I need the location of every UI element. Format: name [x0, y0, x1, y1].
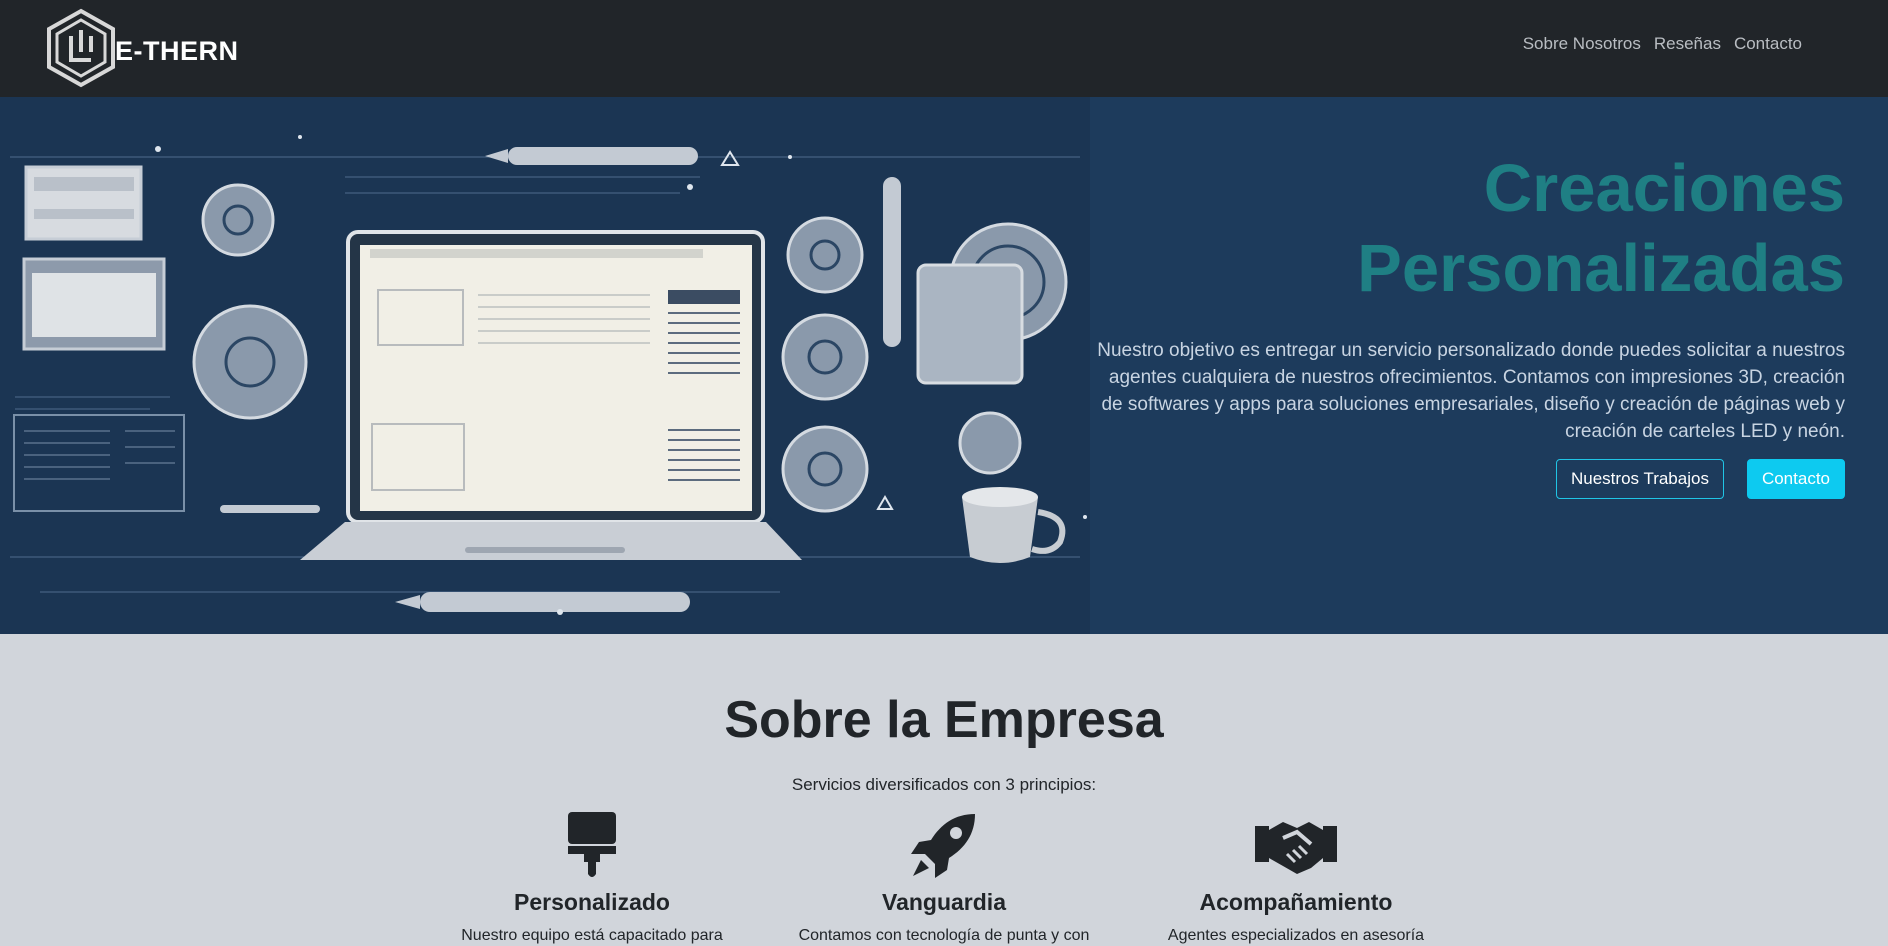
nav-link-contacto[interactable]: Contacto: [1734, 34, 1802, 54]
rocket-icon: [911, 814, 975, 878]
hero-section: Creaciones Personalizadas Nuestro objeti…: [0, 97, 1888, 634]
feature-text: Nuestro equipo está capacitado para: [461, 927, 723, 944]
hero-title-line1: Creaciones: [1483, 151, 1845, 226]
main-nav: Sobre Nosotros Reseñas Contacto: [1523, 34, 1802, 54]
contact-button[interactable]: Contacto: [1746, 459, 1845, 499]
feature-title: Vanguardia: [882, 889, 1006, 915]
brand-logo[interactable]: E-THERN: [44, 8, 244, 88]
feature-title: Acompañamiento: [1199, 889, 1393, 915]
hero-illustration: [0, 97, 1090, 634]
hero-actions: Nuestros Trabajos Contacto: [1556, 459, 1845, 499]
handshake-icon: [1255, 822, 1337, 874]
feature-vanguardia: Vanguardia Contamos con tecnología de pu…: [779, 810, 1109, 946]
about-subtitle: Servicios diversificados con 3 principio…: [791, 775, 1097, 794]
nav-link-resenas[interactable]: Reseñas: [1654, 34, 1721, 54]
nav-link-sobre-nosotros[interactable]: Sobre Nosotros: [1523, 34, 1641, 54]
hero-title-line2: Personalizadas: [1357, 231, 1845, 306]
feature-text: Contamos con tecnología de punta y con: [798, 927, 1090, 944]
hexagon-logo-icon: [47, 8, 115, 88]
feature-text: Agentes especializados en asesoría: [1167, 927, 1425, 944]
top-navbar: E-THERN Sobre Nosotros Reseñas Contacto: [0, 0, 1888, 97]
paint-roller-icon: [568, 812, 616, 877]
brand-name: E-THERN: [115, 36, 239, 66]
feature-personalizado: Personalizado Nuestro equipo está capaci…: [427, 810, 757, 946]
features-row: Personalizado Nuestro equipo está capaci…: [0, 810, 1888, 946]
feature-title: Personalizado: [514, 889, 670, 915]
hero-title: Creaciones Personalizadas: [945, 149, 1845, 309]
hero-description: Nuestro objetivo es entregar un servicio…: [1097, 340, 1845, 442]
feature-acompanamiento: Acompañamiento Agentes especializados en…: [1131, 810, 1461, 946]
about-title: Sobre la Empresa: [724, 691, 1164, 749]
our-works-button[interactable]: Nuestros Trabajos: [1556, 459, 1724, 499]
